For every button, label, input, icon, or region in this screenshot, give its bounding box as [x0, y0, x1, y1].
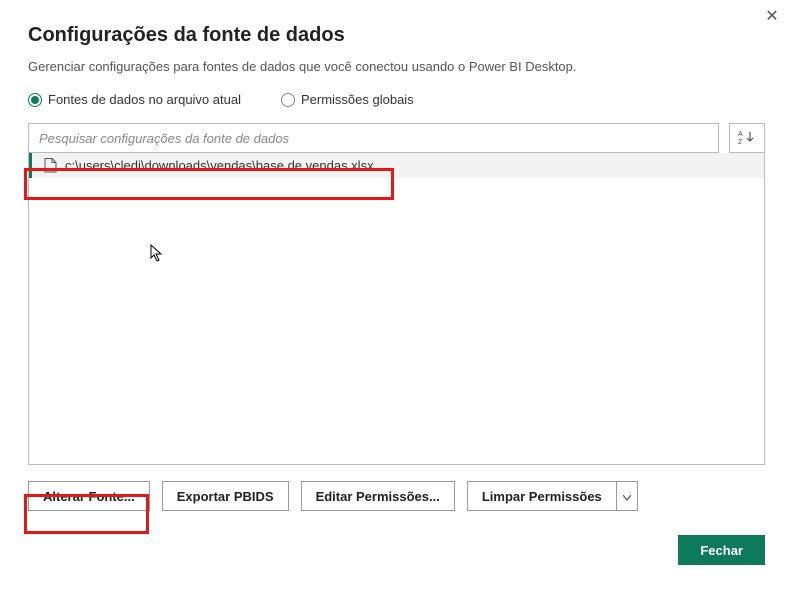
search-input[interactable] — [28, 123, 719, 153]
clear-permissions-button[interactable]: Limpar Permissões — [467, 481, 616, 511]
dialog-subtitle: Gerenciar configurações para fontes de d… — [28, 59, 765, 74]
close-icon[interactable]: ✕ — [763, 8, 781, 26]
change-source-button[interactable]: Alterar Fonte... — [28, 481, 150, 511]
radio-current-file[interactable]: Fontes de dados no arquivo atual — [28, 92, 241, 107]
chevron-down-icon — [623, 489, 631, 504]
svg-text:A: A — [738, 131, 743, 138]
radio-global-permissions[interactable]: Permissões globais — [281, 92, 414, 107]
radio-selected-icon — [28, 93, 42, 107]
sort-az-icon: A Z — [738, 129, 756, 148]
clear-permissions-dropdown[interactable] — [616, 481, 638, 511]
data-source-item[interactable]: c:\users\cledi\downloads\vendas\base de … — [29, 153, 764, 178]
file-icon — [44, 158, 57, 173]
dialog-title: Configurações da fonte de dados — [28, 24, 765, 47]
radio-current-label: Fontes de dados no arquivo atual — [48, 92, 241, 107]
svg-text:Z: Z — [738, 139, 743, 145]
radio-unselected-icon — [281, 93, 295, 107]
sort-button[interactable]: A Z — [729, 123, 765, 153]
close-button[interactable]: Fechar — [678, 535, 765, 565]
edit-permissions-button[interactable]: Editar Permissões... — [301, 481, 455, 511]
export-pbids-button[interactable]: Exportar PBIDS — [162, 481, 289, 511]
data-source-list: c:\users\cledi\downloads\vendas\base de … — [28, 153, 765, 465]
radio-global-label: Permissões globais — [301, 92, 414, 107]
data-source-path: c:\users\cledi\downloads\vendas\base de … — [65, 158, 374, 173]
